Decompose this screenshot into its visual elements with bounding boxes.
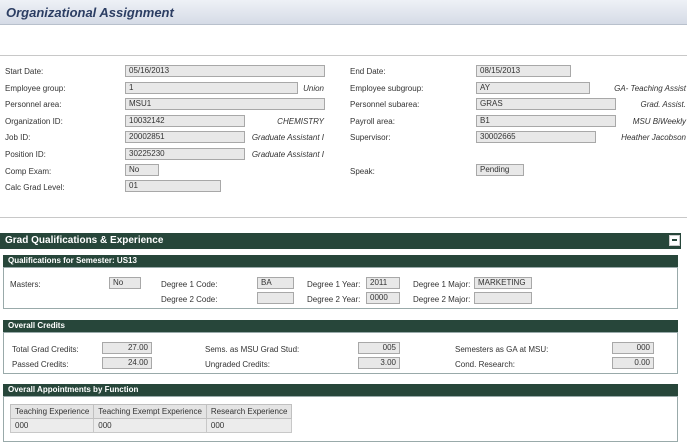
position-id-field[interactable]: 30225230	[125, 148, 245, 160]
table-header-row: Teaching Experience Teaching Exempt Expe…	[9, 404, 293, 419]
payroll-area-label: Payroll area:	[350, 117, 395, 126]
degree1-year-label: Degree 1 Year:	[307, 280, 361, 289]
cell-research: 000	[205, 418, 293, 433]
position-id-label: Position ID:	[5, 150, 46, 159]
ungraded-credits-field[interactable]: 3.00	[358, 357, 400, 369]
degree1-major-field[interactable]: MARKETING	[474, 277, 532, 289]
start-date-label: Start Date:	[5, 67, 44, 76]
collapse-icon[interactable]	[669, 235, 680, 246]
table-row: 000 000 000	[9, 418, 293, 433]
position-id-desc: Graduate Assistant I	[251, 150, 324, 159]
divider	[0, 55, 687, 56]
degree2-code-label: Degree 2 Code:	[161, 295, 218, 304]
employee-subgroup-desc: GA- Teaching Assist	[614, 84, 686, 93]
appointments-header: Overall Appointments by Function	[3, 384, 678, 396]
end-date-label: End Date:	[350, 67, 386, 76]
masters-label: Masters:	[10, 280, 41, 289]
appointments-table: Teaching Experience Teaching Exempt Expe…	[9, 404, 293, 433]
degree2-major-label: Degree 2 Major:	[413, 295, 471, 304]
calc-grad-level-field[interactable]: 01	[125, 180, 221, 192]
employee-subgroup-field[interactable]: AY	[476, 82, 590, 94]
calc-grad-level-label: Calc Grad Level:	[5, 183, 65, 192]
job-id-label: Job ID:	[5, 133, 31, 142]
comp-exam-label: Comp Exam:	[5, 167, 52, 176]
organization-id-label: Organization ID:	[5, 117, 63, 126]
personnel-area-label: Personnel area:	[5, 100, 62, 109]
passed-credits-label: Passed Credits:	[12, 360, 69, 369]
degree2-year-field[interactable]: 0000	[366, 292, 400, 304]
page-title: Organizational Assignment	[6, 5, 174, 20]
semesters-ga-label: Semesters as GA at MSU:	[455, 345, 549, 354]
cond-research-label: Cond. Research:	[455, 360, 516, 369]
job-id-field[interactable]: 20002851	[125, 131, 245, 143]
ungraded-credits-label: Ungraded Credits:	[205, 360, 270, 369]
job-id-desc: Graduate Assistant I	[251, 133, 324, 142]
speak-field[interactable]: Pending	[476, 164, 524, 176]
degree2-code-field[interactable]	[257, 292, 294, 304]
total-credits-field[interactable]: 27.00	[102, 342, 152, 354]
column-header-teaching-exempt: Teaching Exempt Experience	[93, 404, 207, 419]
cond-research-field[interactable]: 0.00	[612, 357, 654, 369]
supervisor-desc: Heather Jacobson	[621, 133, 686, 142]
degree1-code-field[interactable]: BA	[257, 277, 294, 289]
supervisor-label: Supervisor:	[350, 133, 391, 142]
comp-exam-field[interactable]: No	[125, 164, 159, 176]
personnel-subarea-desc: Grad. Assist.	[640, 100, 687, 109]
sems-grad-stud-field[interactable]: 005	[358, 342, 400, 354]
grad-section-header: Grad Qualifications & Experience	[0, 233, 681, 249]
cell-teaching: 000	[9, 418, 95, 433]
column-header-research: Research Experience	[205, 404, 293, 419]
masters-field[interactable]: No	[109, 277, 141, 289]
degree2-major-field[interactable]	[474, 292, 532, 304]
divider	[0, 217, 687, 218]
passed-credits-field[interactable]: 24.00	[102, 357, 152, 369]
personnel-area-field[interactable]: MSU1	[125, 98, 325, 110]
total-credits-label: Total Grad Credits:	[12, 345, 79, 354]
column-header-teaching: Teaching Experience	[9, 404, 95, 419]
semesters-ga-field[interactable]: 000	[612, 342, 654, 354]
degree1-year-field[interactable]: 2011	[366, 277, 400, 289]
personnel-subarea-label: Personnel subarea:	[350, 100, 420, 109]
cell-teaching-exempt: 000	[93, 418, 207, 433]
employee-group-desc: Union	[303, 84, 324, 93]
credits-header: Overall Credits	[3, 320, 678, 332]
speak-label: Speak:	[350, 167, 375, 176]
organization-id-field[interactable]: 10032142	[125, 115, 245, 127]
qualifications-header: Qualifications for Semester: US13	[3, 255, 678, 267]
degree2-year-label: Degree 2 Year:	[307, 295, 361, 304]
supervisor-field[interactable]: 30002665	[476, 131, 596, 143]
organization-id-desc: CHEMISTRY	[277, 117, 324, 126]
end-date-field[interactable]: 08/15/2013	[476, 65, 571, 77]
payroll-area-desc: MSU BiWeekly	[632, 117, 686, 126]
degree1-code-label: Degree 1 Code:	[161, 280, 218, 289]
degree1-major-label: Degree 1 Major:	[413, 280, 471, 289]
employee-group-label: Employee group:	[5, 84, 66, 93]
payroll-area-field[interactable]: B1	[476, 115, 616, 127]
employee-subgroup-label: Employee subgroup:	[350, 84, 424, 93]
start-date-field[interactable]: 05/16/2013	[125, 65, 325, 77]
sems-grad-stud-label: Sems. as MSU Grad Stud:	[205, 345, 300, 354]
personnel-subarea-field[interactable]: GRAS	[476, 98, 616, 110]
